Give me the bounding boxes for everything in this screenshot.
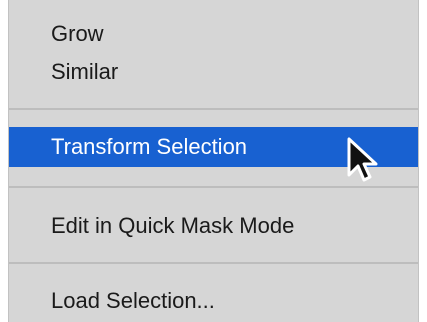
menu-item-similar[interactable]: Similar	[9, 52, 418, 92]
menu-separator	[9, 186, 418, 188]
menu-separator	[9, 262, 418, 264]
menu-item-grow[interactable]: Grow	[9, 14, 418, 54]
menu-separator	[9, 108, 418, 110]
mouse-pointer-icon	[347, 137, 378, 182]
menu-item-edit-in-quick-mask-mode[interactable]: Edit in Quick Mask Mode	[9, 206, 418, 246]
menu-item-load-selection[interactable]: Load Selection...	[9, 281, 418, 321]
